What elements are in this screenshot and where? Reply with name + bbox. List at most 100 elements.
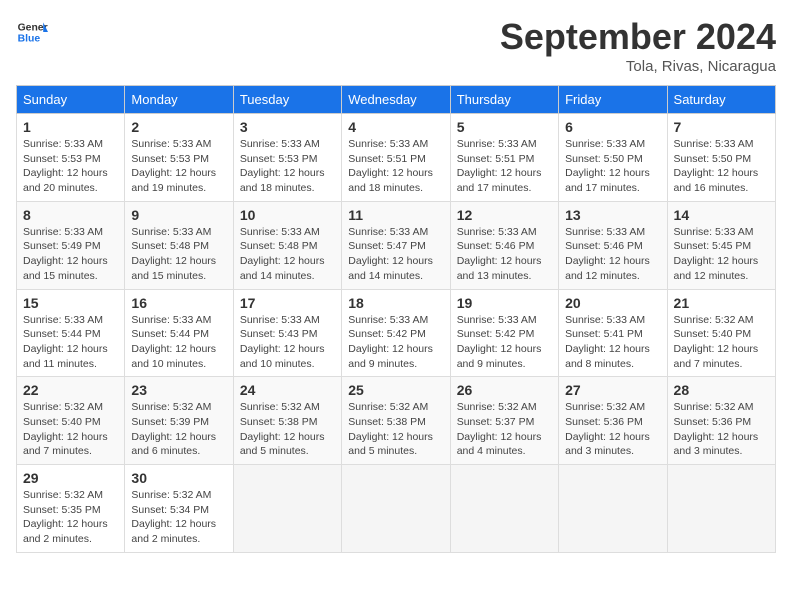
calendar-cell: 19 Sunrise: 5:33 AMSunset: 5:42 PMDayligh…	[450, 289, 558, 377]
calendar-cell: 12 Sunrise: 5:33 AMSunset: 5:46 PMDayligh…	[450, 201, 558, 289]
day-info: Sunrise: 5:33 AMSunset: 5:51 PMDaylight:…	[457, 137, 552, 196]
day-info: Sunrise: 5:32 AMSunset: 5:36 PMDaylight:…	[565, 400, 660, 459]
day-info: Sunrise: 5:32 AMSunset: 5:40 PMDaylight:…	[674, 313, 769, 372]
day-info: Sunrise: 5:33 AMSunset: 5:51 PMDaylight:…	[348, 137, 443, 196]
calendar-cell: 20Sunrise: 5:33 AMSunset: 5:41 PMDayligh…	[559, 289, 667, 377]
calendar-week-4: 29 Sunrise: 5:32 AMSunset: 5:35 PMDayligh…	[17, 465, 776, 553]
day-info: Sunrise: 5:33 AMSunset: 5:48 PMDaylight:…	[131, 225, 226, 284]
page-header: General Blue September 2024 Tola, Rivas,…	[16, 16, 776, 75]
calendar-week-1: 8Sunrise: 5:33 AMSunset: 5:49 PMDaylight…	[17, 201, 776, 289]
day-number: 12	[457, 207, 552, 223]
day-number: 9	[131, 207, 226, 223]
calendar-cell	[233, 465, 341, 553]
weekday-header-row: SundayMondayTuesdayWednesdayThursdayFrid…	[17, 86, 776, 114]
day-number: 1	[23, 119, 118, 135]
day-info: Sunrise: 5:33 AMSunset: 5:46 PMDaylight:…	[457, 225, 552, 284]
day-number: 5	[457, 119, 552, 135]
calendar-cell: 23 Sunrise: 5:32 AMSunset: 5:39 PMDayligh…	[125, 377, 233, 465]
day-info: Sunrise: 5:33 AMSunset: 5:45 PMDaylight:…	[674, 225, 769, 284]
day-number: 15	[23, 295, 118, 311]
day-info: Sunrise: 5:32 AMSunset: 5:38 PMDaylight:…	[240, 400, 335, 459]
day-info: Sunrise: 5:32 AMSunset: 5:34 PMDaylight:…	[131, 488, 226, 547]
day-number: 26	[457, 382, 552, 398]
day-info: Sunrise: 5:33 AMSunset: 5:46 PMDaylight:…	[565, 225, 660, 284]
weekday-header-friday: Friday	[559, 86, 667, 114]
day-info: Sunrise: 5:32 AMSunset: 5:37 PMDaylight:…	[457, 400, 552, 459]
calendar-cell: 2Sunrise: 5:33 AMSunset: 5:53 PMDaylight…	[125, 114, 233, 202]
calendar-week-2: 15 Sunrise: 5:33 AMSunset: 5:44 PMDayligh…	[17, 289, 776, 377]
logo: General Blue	[16, 16, 48, 48]
calendar-cell: 24 Sunrise: 5:32 AMSunset: 5:38 PMDayligh…	[233, 377, 341, 465]
weekday-header-saturday: Saturday	[667, 86, 775, 114]
calendar-cell: 14 Sunrise: 5:33 AMSunset: 5:45 PMDayligh…	[667, 201, 775, 289]
day-number: 23	[131, 382, 226, 398]
day-number: 8	[23, 207, 118, 223]
day-number: 24	[240, 382, 335, 398]
calendar-cell: 15 Sunrise: 5:33 AMSunset: 5:44 PMDayligh…	[17, 289, 125, 377]
month-title: September 2024	[500, 16, 776, 58]
day-number: 28	[674, 382, 769, 398]
calendar-cell: 27 Sunrise: 5:32 AMSunset: 5:36 PMDayligh…	[559, 377, 667, 465]
calendar-cell: 7Sunrise: 5:33 AMSunset: 5:50 PMDaylight…	[667, 114, 775, 202]
day-number: 27	[565, 382, 660, 398]
day-number: 22	[23, 382, 118, 398]
location-subtitle: Tola, Rivas, Nicaragua	[500, 58, 776, 75]
day-number: 13	[565, 207, 660, 223]
calendar-cell: 8Sunrise: 5:33 AMSunset: 5:49 PMDaylight…	[17, 201, 125, 289]
calendar-cell: 4Sunrise: 5:33 AMSunset: 5:51 PMDaylight…	[342, 114, 450, 202]
calendar-cell: 6Sunrise: 5:33 AMSunset: 5:50 PMDaylight…	[559, 114, 667, 202]
day-number: 18	[348, 295, 443, 311]
day-number: 3	[240, 119, 335, 135]
calendar-cell: 29 Sunrise: 5:32 AMSunset: 5:35 PMDayligh…	[17, 465, 125, 553]
calendar-cell: 18Sunrise: 5:33 AMSunset: 5:42 PMDayligh…	[342, 289, 450, 377]
logo-icon: General Blue	[16, 16, 48, 48]
weekday-header-sunday: Sunday	[17, 86, 125, 114]
day-info: Sunrise: 5:33 AMSunset: 5:41 PMDaylight:…	[565, 313, 660, 372]
calendar-cell: 1Sunrise: 5:33 AMSunset: 5:53 PMDaylight…	[17, 114, 125, 202]
day-number: 16	[131, 295, 226, 311]
title-section: September 2024 Tola, Rivas, Nicaragua	[500, 16, 776, 75]
day-number: 29	[23, 470, 118, 486]
weekday-header-tuesday: Tuesday	[233, 86, 341, 114]
day-info: Sunrise: 5:33 AMSunset: 5:44 PMDaylight:…	[131, 313, 226, 372]
calendar-cell: 9 Sunrise: 5:33 AMSunset: 5:48 PMDaylight…	[125, 201, 233, 289]
day-number: 14	[674, 207, 769, 223]
day-info: Sunrise: 5:32 AMSunset: 5:40 PMDaylight:…	[23, 400, 118, 459]
day-info: Sunrise: 5:33 AMSunset: 5:50 PMDaylight:…	[565, 137, 660, 196]
calendar-cell: 17 Sunrise: 5:33 AMSunset: 5:43 PMDayligh…	[233, 289, 341, 377]
calendar-cell: 13 Sunrise: 5:33 AMSunset: 5:46 PMDayligh…	[559, 201, 667, 289]
calendar-cell: 28Sunrise: 5:32 AMSunset: 5:36 PMDayligh…	[667, 377, 775, 465]
day-info: Sunrise: 5:32 AMSunset: 5:38 PMDaylight:…	[348, 400, 443, 459]
day-number: 19	[457, 295, 552, 311]
day-number: 30	[131, 470, 226, 486]
weekday-header-monday: Monday	[125, 86, 233, 114]
calendar-cell: 11 Sunrise: 5:33 AMSunset: 5:47 PMDayligh…	[342, 201, 450, 289]
calendar-cell: 10 Sunrise: 5:33 AMSunset: 5:48 PMDayligh…	[233, 201, 341, 289]
day-info: Sunrise: 5:32 AMSunset: 5:39 PMDaylight:…	[131, 400, 226, 459]
calendar-cell: 30 Sunrise: 5:32 AMSunset: 5:34 PMDayligh…	[125, 465, 233, 553]
calendar-table: SundayMondayTuesdayWednesdayThursdayFrid…	[16, 85, 776, 553]
weekday-header-wednesday: Wednesday	[342, 86, 450, 114]
calendar-cell: 16 Sunrise: 5:33 AMSunset: 5:44 PMDayligh…	[125, 289, 233, 377]
day-number: 11	[348, 207, 443, 223]
day-number: 10	[240, 207, 335, 223]
day-info: Sunrise: 5:33 AMSunset: 5:44 PMDaylight:…	[23, 313, 118, 372]
day-number: 2	[131, 119, 226, 135]
day-number: 17	[240, 295, 335, 311]
day-info: Sunrise: 5:33 AMSunset: 5:42 PMDaylight:…	[457, 313, 552, 372]
calendar-cell: 25 Sunrise: 5:32 AMSunset: 5:38 PMDayligh…	[342, 377, 450, 465]
calendar-cell	[450, 465, 558, 553]
day-number: 21	[674, 295, 769, 311]
day-info: Sunrise: 5:33 AMSunset: 5:43 PMDaylight:…	[240, 313, 335, 372]
day-info: Sunrise: 5:33 AMSunset: 5:48 PMDaylight:…	[240, 225, 335, 284]
svg-text:Blue: Blue	[18, 34, 41, 45]
calendar-cell: 22 Sunrise: 5:32 AMSunset: 5:40 PMDayligh…	[17, 377, 125, 465]
weekday-header-thursday: Thursday	[450, 86, 558, 114]
day-info: Sunrise: 5:33 AMSunset: 5:47 PMDaylight:…	[348, 225, 443, 284]
day-number: 25	[348, 382, 443, 398]
calendar-week-3: 22 Sunrise: 5:32 AMSunset: 5:40 PMDayligh…	[17, 377, 776, 465]
day-info: Sunrise: 5:33 AMSunset: 5:50 PMDaylight:…	[674, 137, 769, 196]
calendar-cell: 26 Sunrise: 5:32 AMSunset: 5:37 PMDayligh…	[450, 377, 558, 465]
day-info: Sunrise: 5:33 AMSunset: 5:53 PMDaylight:…	[240, 137, 335, 196]
day-info: Sunrise: 5:32 AMSunset: 5:35 PMDaylight:…	[23, 488, 118, 547]
